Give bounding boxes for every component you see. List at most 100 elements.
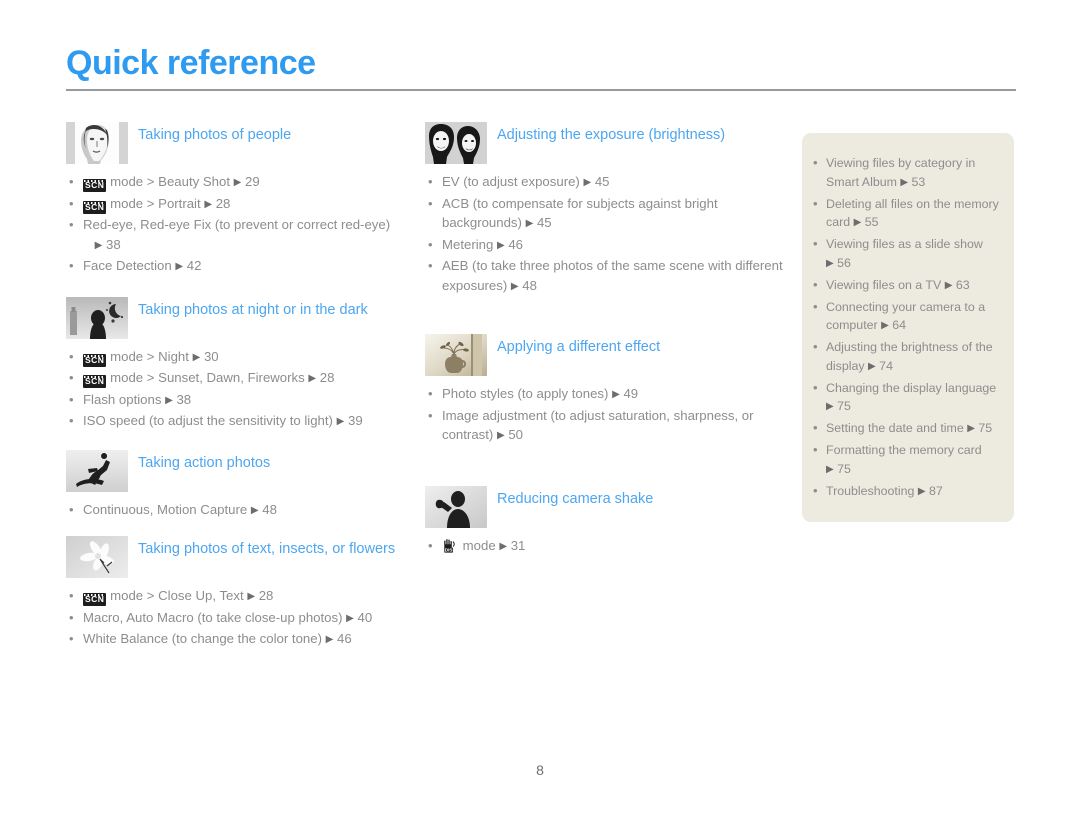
page-pointer-icon: ▶ (308, 373, 317, 384)
reference-item-page: ▶ 40 (346, 609, 373, 625)
reference-item: Photo styles (to apply tones) ▶ 49 (425, 384, 785, 405)
scn-mode-icon: SCN (83, 593, 107, 606)
reference-item-page: ▶ 42 (175, 258, 202, 273)
reference-item-text: EV (to adjust exposure) (442, 174, 580, 189)
section-header: Reducing camera shake (425, 485, 785, 530)
section-item-list: SCN mode > Beauty Shot ▶ 29SCN mode > Po… (66, 172, 406, 277)
reference-item: Metering ▶ 46 (425, 235, 785, 256)
section-title: Reducing camera shake (497, 490, 654, 507)
reference-item-page: ▶ 39 (336, 413, 363, 428)
page-pointer-icon: ▶ (881, 320, 889, 331)
night-scene-thumbnail (66, 296, 128, 339)
scn-mode-icon: SCN (83, 353, 107, 367)
page-pointer-icon: ▶ (499, 540, 508, 552)
reference-item-page: ▶ 50 (496, 427, 524, 442)
left-column: Taking photos of people SCN mode > Beauty… (66, 122, 406, 651)
page-pointer-icon: ▶ (853, 217, 862, 228)
reference-item-page: ▶ 75 (826, 399, 851, 413)
page-pointer-icon: ▶ (204, 198, 213, 210)
reference-item-text: White Balance (to change the color tone) (83, 631, 322, 646)
reference-item: Adjusting the brightness of the display … (810, 338, 1000, 376)
section-header: Taking photos of people (66, 122, 406, 166)
reference-item-page: ▶ 49 (612, 386, 639, 401)
scn-mode-icon: SCN (83, 179, 107, 192)
reference-item-text: Image adjustment (to adjust saturation, … (442, 407, 754, 443)
middle-column: Adjusting the exposure (brightness) EV (t… (425, 122, 785, 557)
page-pointer-icon: ▶ (250, 504, 259, 516)
section-item-list: Continuous, Motion Capture ▶ 48 (66, 500, 406, 521)
reference-item-text: Macro, Auto Macro (to take close-up phot… (83, 609, 343, 625)
reference-item-text: Metering (442, 236, 494, 252)
section-title: Taking action photos (138, 454, 271, 471)
section-header: Taking action photos (66, 449, 406, 494)
reference-item: AEB (to take three photos of the same sc… (425, 256, 785, 296)
reference-item-text: Face Detection (83, 258, 172, 273)
reference-item-text: Adjusting the brightness of the display (826, 340, 993, 373)
reference-item-page: ▶ 75 (826, 461, 851, 476)
reference-item-page: ▶ 53 (900, 174, 926, 189)
document-page: Quick reference Taking photos of people S… (0, 0, 1080, 815)
reference-section: Taking photos at night or in the dark SCN… (66, 296, 406, 432)
reference-item: Troubleshooting ▶ 87 (810, 482, 1000, 502)
section-header: Taking photos of text, insects, or flowe… (66, 536, 406, 580)
dis-stabilizer-icon: DIS (442, 538, 459, 553)
page-pointer-icon: ▶ (496, 430, 505, 441)
page-pointer-icon: ▶ (967, 423, 975, 434)
page-pointer-icon: ▶ (826, 257, 834, 269)
reference-item: Image adjustment (to adjust saturation, … (425, 406, 785, 446)
reference-item: ACB (to compensate for subjects against … (425, 194, 785, 234)
reference-item-text: Troubleshooting (826, 483, 915, 498)
section-item-list: SCN mode > Night ▶ 30SCN mode > Sunset, … (66, 347, 406, 432)
reference-item: SCN mode > Night ▶ 30 (66, 347, 406, 368)
page-pointer-icon: ▶ (826, 463, 834, 475)
page-pointer-icon: ▶ (583, 177, 592, 188)
reference-item-page: ▶ 45 (583, 174, 610, 189)
section-title: Adjusting the exposure (brightness) (497, 127, 726, 143)
page-pointer-icon: ▶ (94, 239, 103, 251)
section-header: Applying a different effect (425, 334, 785, 378)
reference-section: Taking photos of text, insects, or flowe… (66, 536, 406, 650)
reference-item: White Balance (to change the color tone)… (66, 629, 406, 650)
reference-item: Formatting the memory card ▶ 75 (810, 441, 1000, 479)
reference-item-page: ▶ 31 (499, 537, 526, 553)
reference-item-page: ▶ 38 (165, 391, 192, 407)
reference-item-page: ▶ 87 (917, 483, 943, 498)
page-pointer-icon: ▶ (944, 279, 953, 291)
section-item-list: DIS mode ▶ 31 (425, 536, 785, 557)
reference-section: Taking photos of people SCN mode > Beauty… (66, 122, 406, 277)
page-pointer-icon: ▶ (175, 261, 184, 272)
page-header: Quick reference (66, 45, 1016, 91)
vase-sepia-effect-thumbnail (425, 334, 487, 376)
reference-item-text: Setting the date and time (826, 421, 964, 435)
section-header: Adjusting the exposure (brightness) (425, 122, 785, 166)
camera-shake-person-thumbnail (425, 485, 487, 528)
section-item-list: EV (to adjust exposure) ▶ 45 ACB (to comp… (425, 172, 785, 296)
reference-item-text: mode > Sunset, Dawn, Fireworks (110, 370, 305, 385)
reference-item: Flash options ▶ 38 (66, 390, 406, 411)
reference-item-text: mode > Portrait (110, 195, 201, 211)
reference-item: SCN mode > Portrait ▶ 28 (66, 194, 406, 215)
page-pointer-icon: ▶ (496, 239, 505, 251)
reference-section: Applying a different effect Photo styles … (425, 334, 785, 446)
reference-section: Adjusting the exposure (brightness) EV (t… (425, 122, 785, 296)
reference-item: Macro, Auto Macro (to take close-up phot… (66, 608, 406, 629)
reference-item: Face Detection ▶ 42 (66, 256, 406, 277)
reference-item-text: Changing the display language (826, 380, 997, 395)
section-title: Applying a different effect (497, 339, 661, 355)
page-pointer-icon: ▶ (868, 360, 876, 372)
two-faces-exposure-thumbnail (425, 122, 487, 164)
reference-item-page: ▶ 28 (247, 588, 274, 603)
right-column: Viewing files by category in Smart Album… (802, 133, 1014, 522)
reference-item: Viewing files as a slide show ▶ 56 (810, 235, 1000, 273)
reference-item-page: ▶ 29 (233, 174, 260, 189)
page-pointer-icon: ▶ (510, 280, 519, 292)
reference-item-page: ▶ 75 (967, 421, 993, 435)
reference-item-page: ▶ 56 (826, 255, 851, 270)
reference-item-page: ▶ 38 (94, 236, 121, 252)
reference-item-text: Viewing files as a slide show (826, 237, 983, 251)
page-pointer-icon: ▶ (336, 416, 345, 427)
reference-item: SCN mode > Close Up, Text ▶ 28 (66, 586, 406, 607)
scn-mode-icon: SCN (83, 375, 107, 388)
reference-item-text: Viewing files on a TV (826, 277, 942, 292)
reference-item-text: mode (462, 537, 496, 553)
